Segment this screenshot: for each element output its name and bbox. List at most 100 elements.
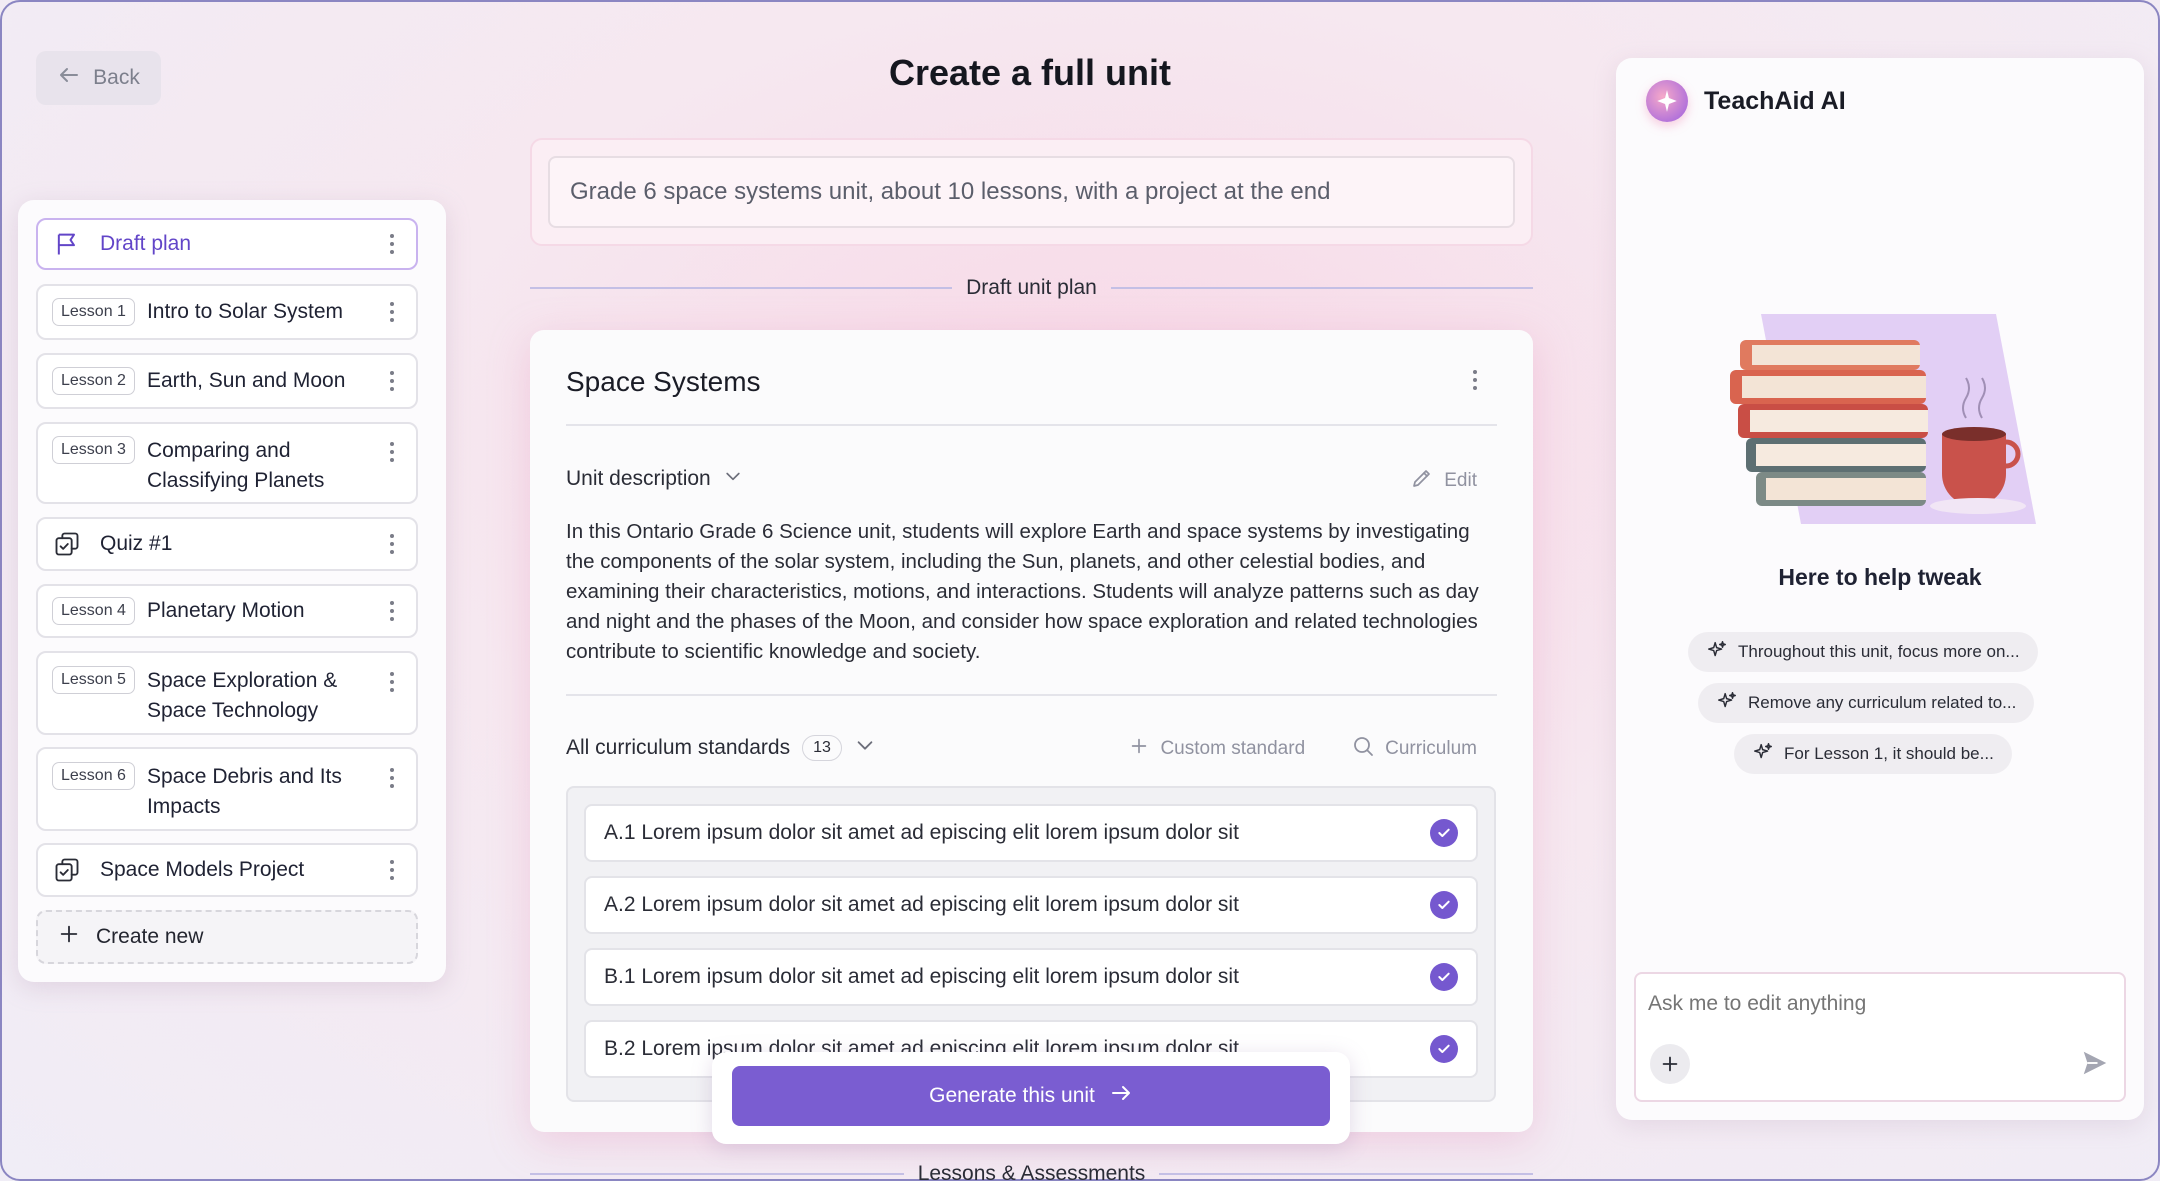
- create-new-label: Create new: [96, 925, 204, 948]
- arrow-left-icon: [57, 63, 81, 93]
- attach-plus-button[interactable]: [1650, 1044, 1690, 1084]
- books-and-coffee-illustration: [1716, 314, 2056, 544]
- sidebar-item-label: Space Debris and Its Impacts: [146, 765, 342, 818]
- project-icon: [52, 855, 82, 885]
- lesson-chip: Lesson 3: [52, 436, 135, 464]
- chevron-down-icon: [723, 466, 743, 492]
- plus-icon: [1128, 735, 1150, 763]
- checkmark-icon[interactable]: [1430, 891, 1458, 919]
- sparkle-logo-icon: [1646, 80, 1688, 122]
- divider-line: [1159, 1173, 1534, 1175]
- sidebar-item-lesson-5[interactable]: Lesson 5 Space Exploration & Space Techn…: [36, 651, 418, 735]
- more-options-icon[interactable]: [382, 601, 402, 621]
- sidebar-item-lesson-4[interactable]: Lesson 4 Planetary Motion: [36, 584, 418, 638]
- edit-description-button[interactable]: Edit: [1410, 466, 1477, 496]
- sidebar-item-label: Space Models Project: [100, 858, 305, 881]
- standards-label: All curriculum standards: [566, 736, 791, 759]
- sidebar-item-label: Earth, Sun and Moon: [146, 369, 346, 392]
- lesson-chip: Lesson 1: [52, 298, 135, 326]
- curriculum-search-button[interactable]: Curriculum: [1351, 734, 1477, 764]
- sidebar-item-label: Space Exploration & Space Technology: [146, 669, 338, 722]
- sidebar-item-label: Quiz #1: [100, 532, 173, 555]
- suggestion-text: Remove any curriculum related to...: [1748, 693, 2017, 712]
- sparkles-icon: [1706, 639, 1728, 666]
- more-options-icon[interactable]: [382, 302, 402, 322]
- suggestion-text: For Lesson 1, it should be...: [1784, 744, 1994, 763]
- draft-unit-plan-divider: Draft unit plan: [530, 273, 1533, 303]
- send-icon[interactable]: [2080, 1048, 2110, 1083]
- sidebar-item-label: Comparing and Classifying Planets: [146, 439, 325, 492]
- generate-bar: Generate this unit: [712, 1052, 1350, 1144]
- sidebar-item-lesson-3[interactable]: Lesson 3 Comparing and Classifying Plane…: [36, 422, 418, 504]
- suggestion-text: Throughout this unit, focus more on...: [1738, 642, 2020, 661]
- divider-line: [1110, 287, 1533, 289]
- unit-description-label: Unit description: [566, 467, 711, 490]
- unit-description-toggle[interactable]: Unit description: [566, 466, 743, 492]
- lesson-chip: Lesson 4: [52, 597, 135, 625]
- more-options-icon[interactable]: [1465, 370, 1485, 390]
- back-label: Back: [93, 66, 140, 89]
- divider: [566, 694, 1497, 696]
- standard-text: B.1 Lorem ipsum dolor sit amet ad episci…: [604, 965, 1239, 988]
- suggestion-chip[interactable]: Throughout this unit, focus more on...: [1688, 632, 2038, 672]
- sparkles-icon: [1752, 741, 1774, 768]
- generate-unit-button[interactable]: Generate this unit: [732, 1066, 1330, 1126]
- quiz-icon: [52, 529, 82, 559]
- lessons-assessments-divider: Lessons & Assessments: [530, 1159, 1534, 1181]
- sidebar-item-quiz-1[interactable]: Quiz #1: [36, 517, 418, 571]
- sidebar-item-lesson-1[interactable]: Lesson 1 Intro to Solar System: [36, 284, 418, 340]
- suggestion-chip[interactable]: Remove any curriculum related to...: [1698, 683, 2035, 723]
- unit-description-text: In this Ontario Grade 6 Science unit, st…: [566, 520, 1479, 663]
- lesson-chip: Lesson 2: [52, 367, 135, 395]
- standard-row[interactable]: A.2 Lorem ipsum dolor sit amet ad episci…: [584, 876, 1478, 934]
- unit-title: Space Systems: [566, 366, 761, 397]
- standards-actions: Custom standard Curriculum: [1128, 734, 1477, 764]
- curriculum-label: Curriculum: [1385, 738, 1477, 759]
- edit-label: Edit: [1444, 470, 1477, 491]
- custom-standard-label: Custom standard: [1160, 738, 1306, 759]
- sidebar-item-label: Draft plan: [100, 232, 192, 255]
- checkmark-icon[interactable]: [1430, 1035, 1458, 1063]
- divider-label: Lessons & Assessments: [917, 1162, 1146, 1181]
- checkmark-icon[interactable]: [1430, 819, 1458, 847]
- sidebar-item-label: Planetary Motion: [146, 599, 305, 622]
- unit-prompt-input[interactable]: [548, 156, 1515, 228]
- more-options-icon[interactable]: [382, 860, 402, 880]
- lesson-chip: Lesson 5: [52, 666, 135, 694]
- standard-text: A.2 Lorem ipsum dolor sit amet ad episci…: [604, 893, 1239, 916]
- divider-label: Draft unit plan: [966, 276, 1097, 299]
- create-new-button[interactable]: Create new: [36, 910, 418, 964]
- more-options-icon[interactable]: [382, 371, 402, 391]
- flag-icon: [52, 229, 82, 259]
- standard-row[interactable]: B.1 Lorem ipsum dolor sit amet ad episci…: [584, 948, 1478, 1006]
- sidebar-item-lesson-6[interactable]: Lesson 6 Space Debris and Its Impacts: [36, 747, 418, 831]
- sidebar-item-lesson-2[interactable]: Lesson 2 Earth, Sun and Moon: [36, 353, 418, 409]
- chat-input[interactable]: [1648, 984, 2108, 1024]
- standard-text: A.1 Lorem ipsum dolor sit amet ad episci…: [604, 821, 1239, 844]
- unit-plan-card: Space Systems Unit description Edit In t…: [530, 330, 1533, 1132]
- plus-icon: [58, 923, 80, 951]
- back-button[interactable]: Back: [36, 51, 161, 105]
- curriculum-standards-toggle[interactable]: All curriculum standards 13: [566, 734, 876, 762]
- more-options-icon[interactable]: [382, 534, 402, 554]
- chat-composer: [1634, 972, 2126, 1102]
- divider-line: [530, 1173, 904, 1175]
- more-options-icon[interactable]: [382, 442, 402, 462]
- standards-count-badge: 13: [802, 735, 842, 761]
- sidebar-item-space-models-project[interactable]: Space Models Project: [36, 843, 418, 897]
- custom-standard-button[interactable]: Custom standard: [1128, 734, 1305, 764]
- standard-row[interactable]: A.1 Lorem ipsum dolor sit amet ad episci…: [584, 804, 1478, 862]
- ai-header: TeachAid AI: [1646, 80, 1846, 122]
- generate-label: Generate this unit: [929, 1084, 1095, 1107]
- lesson-chip: Lesson 6: [52, 762, 135, 790]
- checkmark-icon[interactable]: [1430, 963, 1458, 991]
- arrow-right-icon: [1109, 1081, 1133, 1111]
- more-options-icon[interactable]: [382, 768, 402, 788]
- chevron-down-icon: [854, 734, 876, 762]
- sparkles-icon: [1716, 690, 1738, 717]
- more-options-icon[interactable]: [382, 234, 402, 254]
- suggestion-chip[interactable]: For Lesson 1, it should be...: [1734, 734, 2012, 774]
- more-options-icon[interactable]: [382, 672, 402, 692]
- divider-line: [530, 287, 953, 289]
- sidebar-item-draft-plan[interactable]: Draft plan: [36, 218, 418, 270]
